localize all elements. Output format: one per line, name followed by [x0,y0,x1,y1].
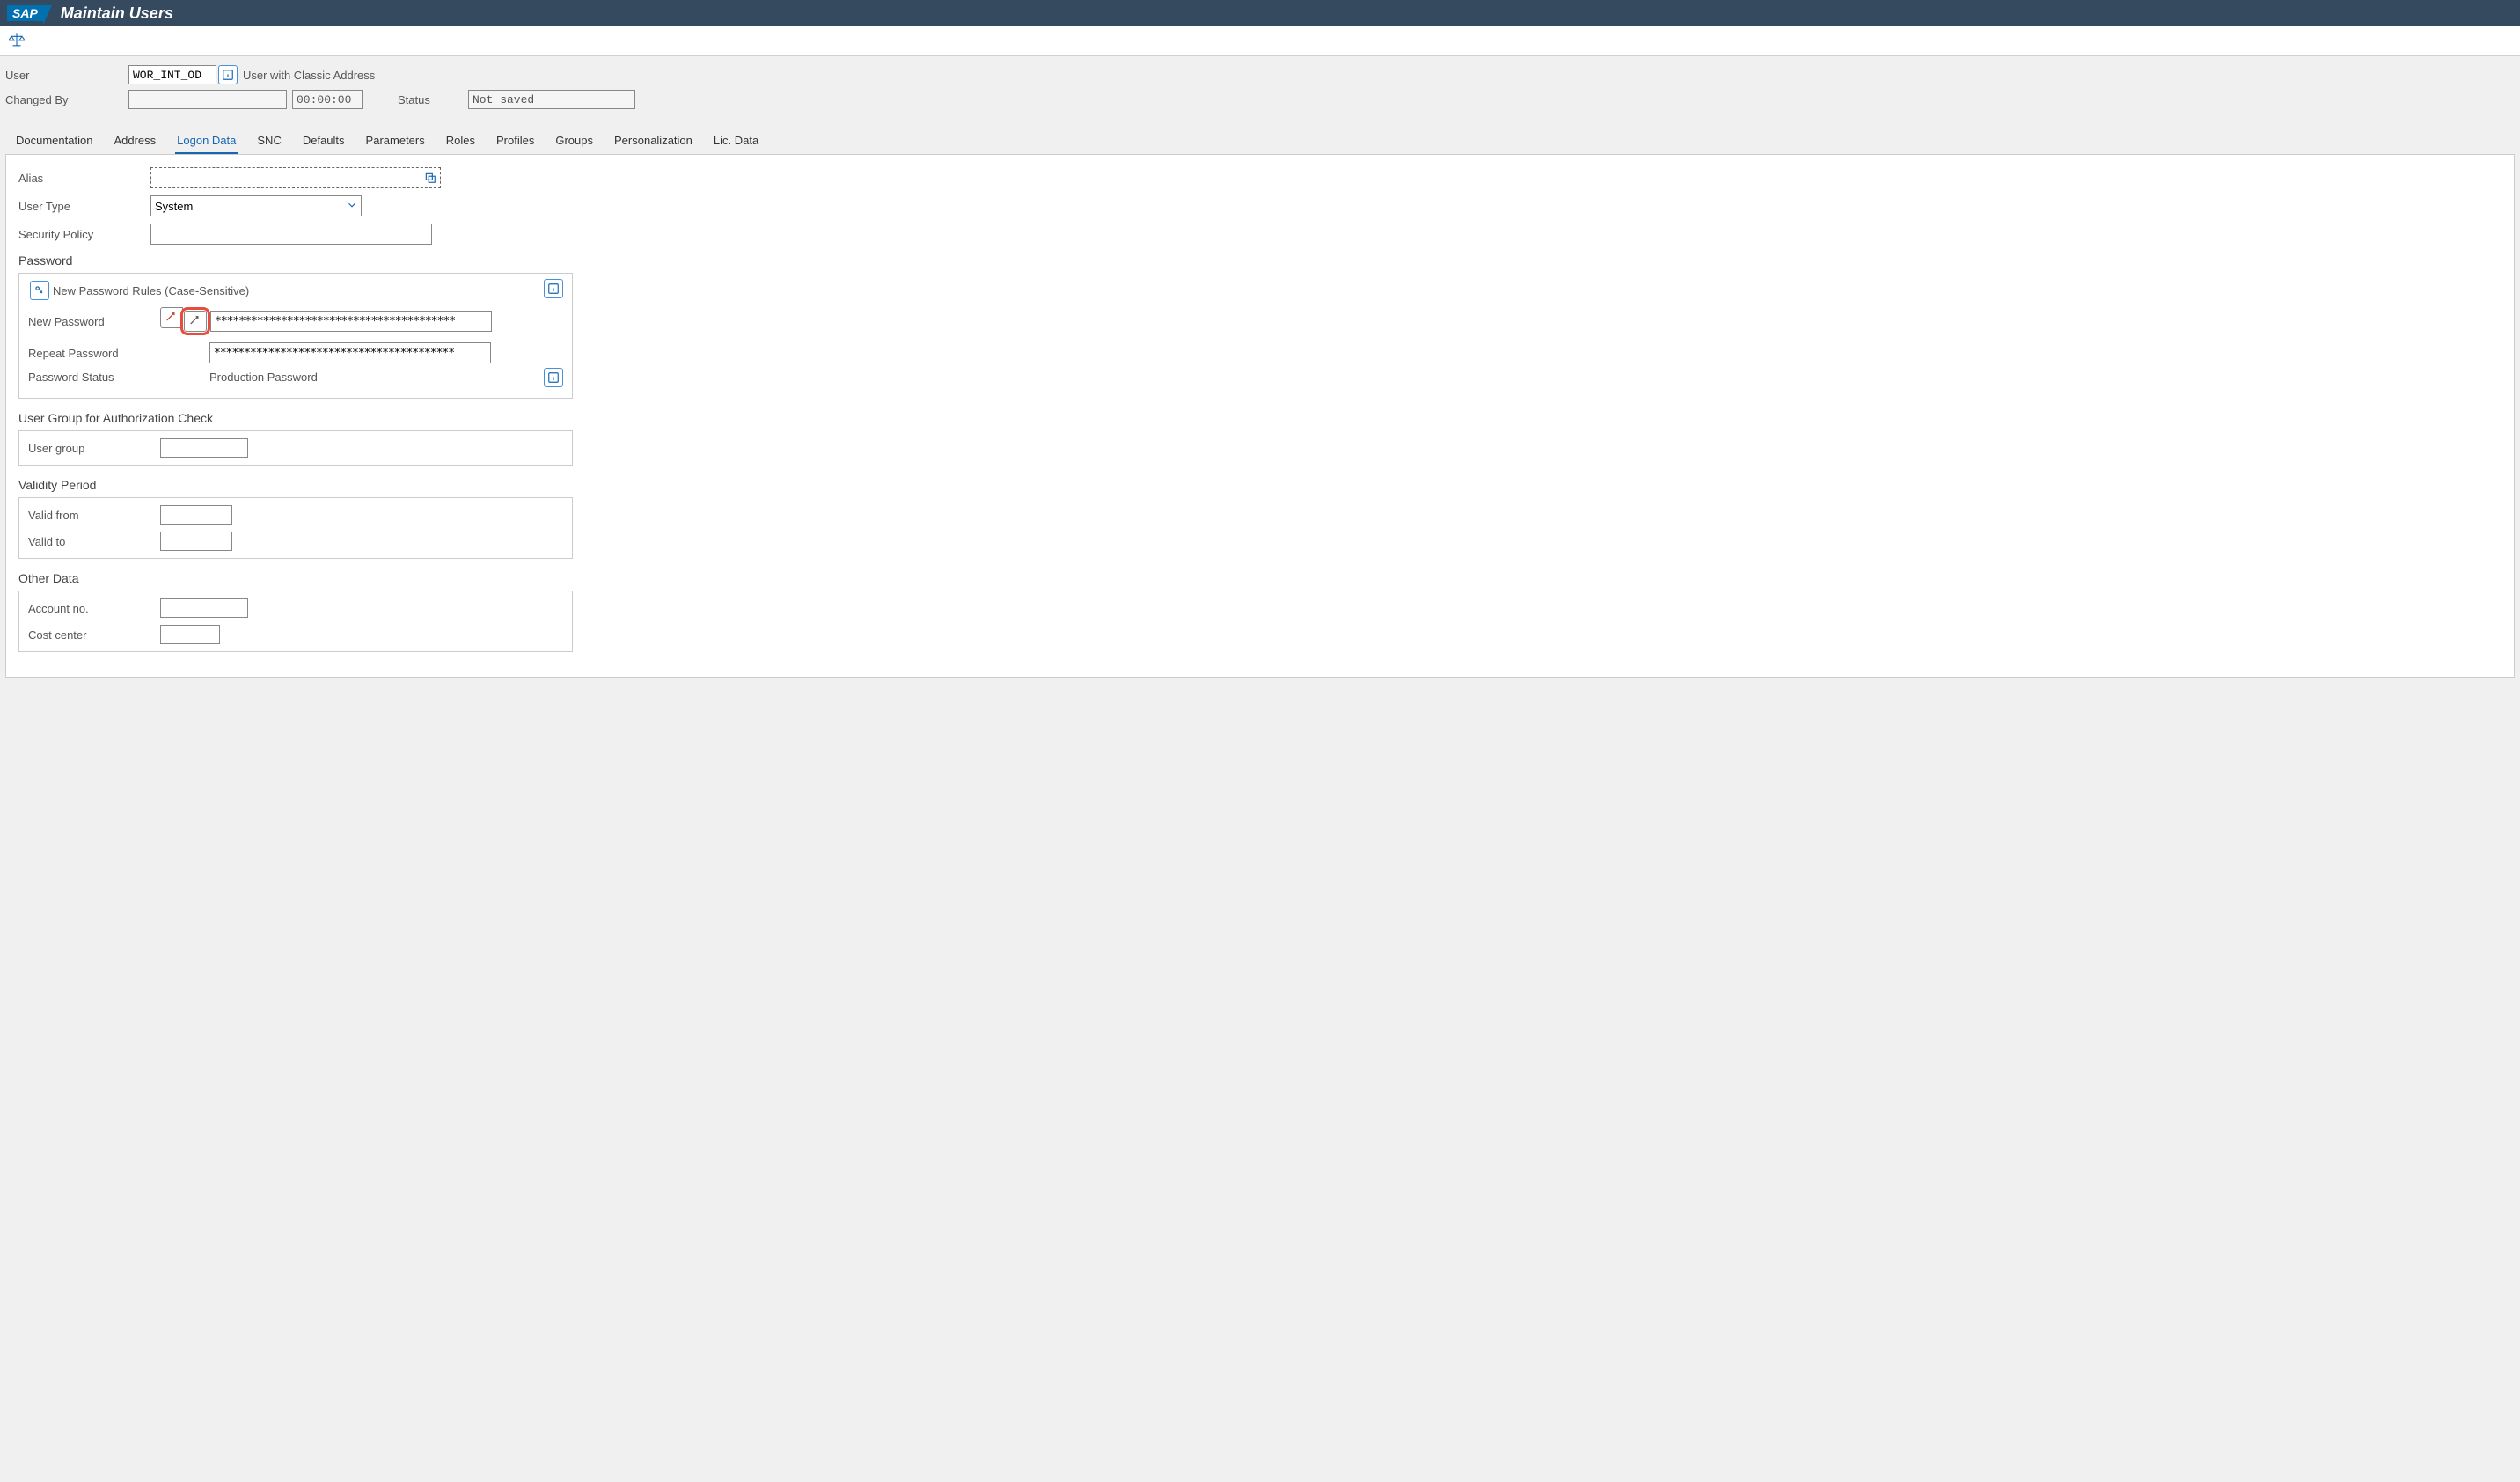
account-no-input[interactable] [160,598,248,618]
tab-content: Alias User Type Security Policy Password… [5,154,2515,678]
user-type-label: User Type [18,200,150,213]
changed-time-input [292,90,363,109]
user-group-input[interactable] [160,438,248,458]
cost-center-input[interactable] [160,625,220,644]
tab-parameters[interactable]: Parameters [364,128,427,154]
alias-input[interactable] [150,167,441,188]
user-group-box: User group [18,430,573,466]
password-status-label: Password Status [28,370,209,384]
user-desc: User with Classic Address [243,69,375,82]
new-password-label: New Password [28,315,160,328]
toolbar [0,26,2520,56]
password-rules-button[interactable] [30,281,49,300]
security-policy-label: Security Policy [18,228,150,241]
new-password-input[interactable] [210,311,492,332]
tab-defaults[interactable]: Defaults [301,128,347,154]
user-group-label: User group [28,442,160,455]
validity-group: Valid from Valid to [18,497,573,559]
sap-logo: SAP [7,5,43,21]
valid-to-label: Valid to [28,535,160,548]
password-group-title: Password [18,253,2502,268]
password-rules-label: New Password Rules (Case-Sensitive) [53,284,249,297]
password-status-value: Production Password [209,370,318,384]
changed-by-label: Changed By [5,93,128,106]
page-title: Maintain Users [61,4,173,23]
tab-groups[interactable]: Groups [553,128,595,154]
tab-documentation[interactable]: Documentation [14,128,94,154]
valid-to-input[interactable] [160,532,232,551]
titlebar: SAP Maintain Users [0,0,2520,26]
alias-search-button[interactable] [422,170,438,186]
password-info-button[interactable] [544,279,563,298]
valid-from-label: Valid from [28,509,160,522]
valid-from-input[interactable] [160,505,232,525]
account-no-label: Account no. [28,602,160,615]
user-group-title: User Group for Authorization Check [18,411,2502,425]
tab-lic-data[interactable]: Lic. Data [712,128,760,154]
password-group: New Password Rules (Case-Sensitive) New … [18,273,573,399]
tab-address[interactable]: Address [112,128,158,154]
highlight-annotation [180,307,210,335]
repeat-password-label: Repeat Password [28,347,209,360]
alias-label: Alias [18,172,150,185]
tab-personalization[interactable]: Personalization [612,128,694,154]
validity-group-title: Validity Period [18,478,2502,492]
balance-icon[interactable] [9,37,25,50]
user-info-button[interactable] [218,65,238,84]
user-label: User [5,69,128,82]
security-policy-input[interactable] [150,224,432,245]
other-data-group: Account no. Cost center [18,591,573,652]
header-area: User User with Classic Address Changed B… [0,56,2520,120]
deactivate-password-button[interactable] [184,311,207,332]
status-input [468,90,635,109]
password-status-info-button[interactable] [544,368,563,387]
tab-logon-data[interactable]: Logon Data [175,128,238,154]
other-data-title: Other Data [18,571,2502,585]
changed-by-input [128,90,287,109]
cost-center-label: Cost center [28,628,160,642]
user-input[interactable] [128,65,216,84]
repeat-password-input[interactable] [209,342,491,363]
tab-profiles[interactable]: Profiles [494,128,536,154]
status-label: Status [398,93,468,106]
tab-strip: Documentation Address Logon Data SNC Def… [0,120,2520,154]
tab-roles[interactable]: Roles [444,128,477,154]
tab-snc[interactable]: SNC [255,128,282,154]
user-type-select[interactable] [150,195,362,216]
